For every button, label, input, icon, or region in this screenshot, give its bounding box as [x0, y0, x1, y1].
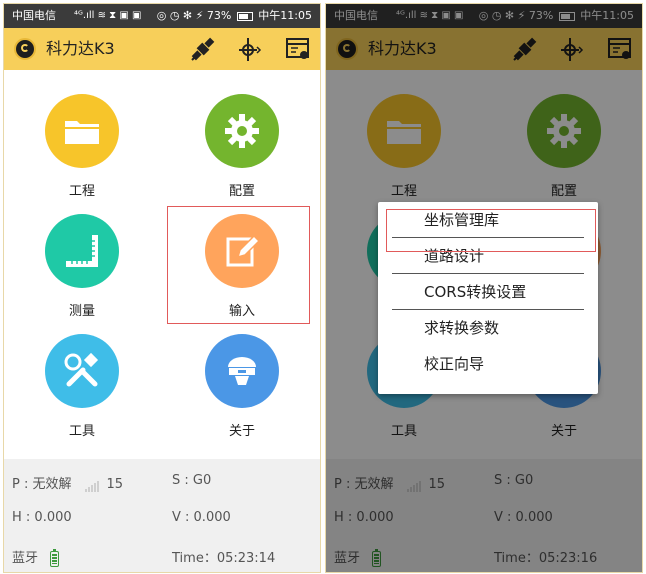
status-right-icons: ◎ ◷ ✻ ⚡ 73% — [156, 9, 232, 22]
s-value: S : G0 — [172, 473, 212, 488]
app-title: 科力达K3 — [46, 39, 115, 58]
menu-item-cors-settings[interactable]: CORS转换设置 — [378, 274, 598, 310]
carrier-label: 中国电信 — [12, 9, 56, 22]
satellite-count: 15 — [106, 477, 124, 492]
satellite-icon — [191, 37, 215, 61]
device-settings-button[interactable] — [284, 35, 312, 63]
input-circle — [205, 214, 279, 288]
app-bar: 科力达K3 — [4, 28, 320, 70]
tools-circle — [45, 334, 119, 408]
signal-icon — [85, 477, 100, 492]
project-circle — [45, 94, 119, 168]
menu-item-transform-params[interactable]: 求转换参数 — [378, 310, 598, 346]
antenna-button[interactable] — [234, 35, 262, 63]
battery-icon — [236, 11, 253, 21]
survey-label: 测量 — [68, 304, 95, 319]
tools-icon — [64, 352, 99, 387]
about-circle — [205, 334, 279, 408]
bluetooth-label: 蓝牙 — [12, 551, 39, 566]
survey-circle — [45, 214, 119, 288]
config-button[interactable]: 配置 — [182, 94, 302, 204]
survey-button[interactable]: 测量 — [22, 214, 142, 324]
status-panel: P : 无效解 15 S : G0 H : 0.000 V : 0.000 蓝牙 … — [4, 459, 320, 572]
clock: 中午11:05 — [258, 9, 312, 22]
v-value: V : 0.000 — [172, 510, 231, 525]
menu-item-label: CORS转换设置 — [424, 283, 527, 301]
menu-item-calibration-wizard[interactable]: 校正向导 — [378, 346, 598, 382]
status-indicators: ⁴ᴳ.ıll ≋ ⧗ ▣ ▣ — [74, 10, 142, 21]
ruler-icon — [66, 235, 98, 267]
input-label: 输入 — [228, 304, 255, 319]
receiver-icon — [228, 357, 256, 385]
tools-button[interactable]: 工具 — [22, 334, 142, 444]
about-button[interactable]: 关于 — [182, 334, 302, 444]
input-menu-screen: 中国电信 ⁴ᴳ.ıll ≋ ⧗ ▣ ▣ ◎ ◷ ✻ ⚡ 73% 中午11:05 … — [325, 3, 643, 573]
position-status: P : 无效解 — [12, 477, 72, 492]
antenna-icon — [239, 38, 262, 61]
position-status-row: P : 无效解 15 — [12, 473, 123, 492]
gear-icon — [225, 114, 259, 148]
menu-item-road-design[interactable]: 道路设计 — [378, 238, 598, 274]
h-value: H : 0.000 — [12, 510, 72, 525]
menu-item-label: 求转换参数 — [424, 319, 500, 337]
config-label: 配置 — [228, 184, 255, 199]
status-bar: 中国电信 ⁴ᴳ.ıll ≋ ⧗ ▣ ▣ ◎ ◷ ✻ ⚡ 73% 中午11:05 — [4, 4, 320, 28]
main-screen: 中国电信 ⁴ᴳ.ıll ≋ ⧗ ▣ ▣ ◎ ◷ ✻ ⚡ 73% 中午11:05 … — [3, 3, 321, 573]
menu-item-coordinate-library[interactable]: 坐标管理库 — [378, 202, 598, 238]
status-right: ◎ ◷ ✻ ⚡ 73% 中午11:05 — [157, 4, 312, 28]
input-popup-menu: 坐标管理库 道路设计 CORS转换设置 求转换参数 校正向导 — [378, 202, 598, 394]
edit-icon — [226, 234, 261, 267]
project-label: 工程 — [68, 184, 95, 199]
menu-item-label: 校正向导 — [424, 355, 485, 373]
menu-item-label: 坐标管理库 — [424, 211, 500, 229]
satellite-button[interactable] — [189, 35, 217, 63]
project-button[interactable]: 工程 — [22, 94, 142, 204]
time-value: 05:23:14 — [216, 551, 276, 566]
config-circle — [205, 94, 279, 168]
settings-panel-icon — [286, 38, 309, 59]
time-label: Time： — [172, 551, 217, 566]
menu-item-label: 道路设计 — [424, 247, 485, 265]
input-button[interactable]: 输入 — [182, 214, 302, 324]
app-logo-icon — [14, 38, 36, 60]
device-battery-icon — [50, 548, 60, 567]
about-label: 关于 — [228, 424, 255, 439]
time-row: Time：05:23:14 — [172, 547, 275, 566]
folder-icon — [65, 121, 99, 144]
bluetooth-row: 蓝牙 — [12, 547, 60, 567]
tools-label: 工具 — [68, 424, 95, 439]
